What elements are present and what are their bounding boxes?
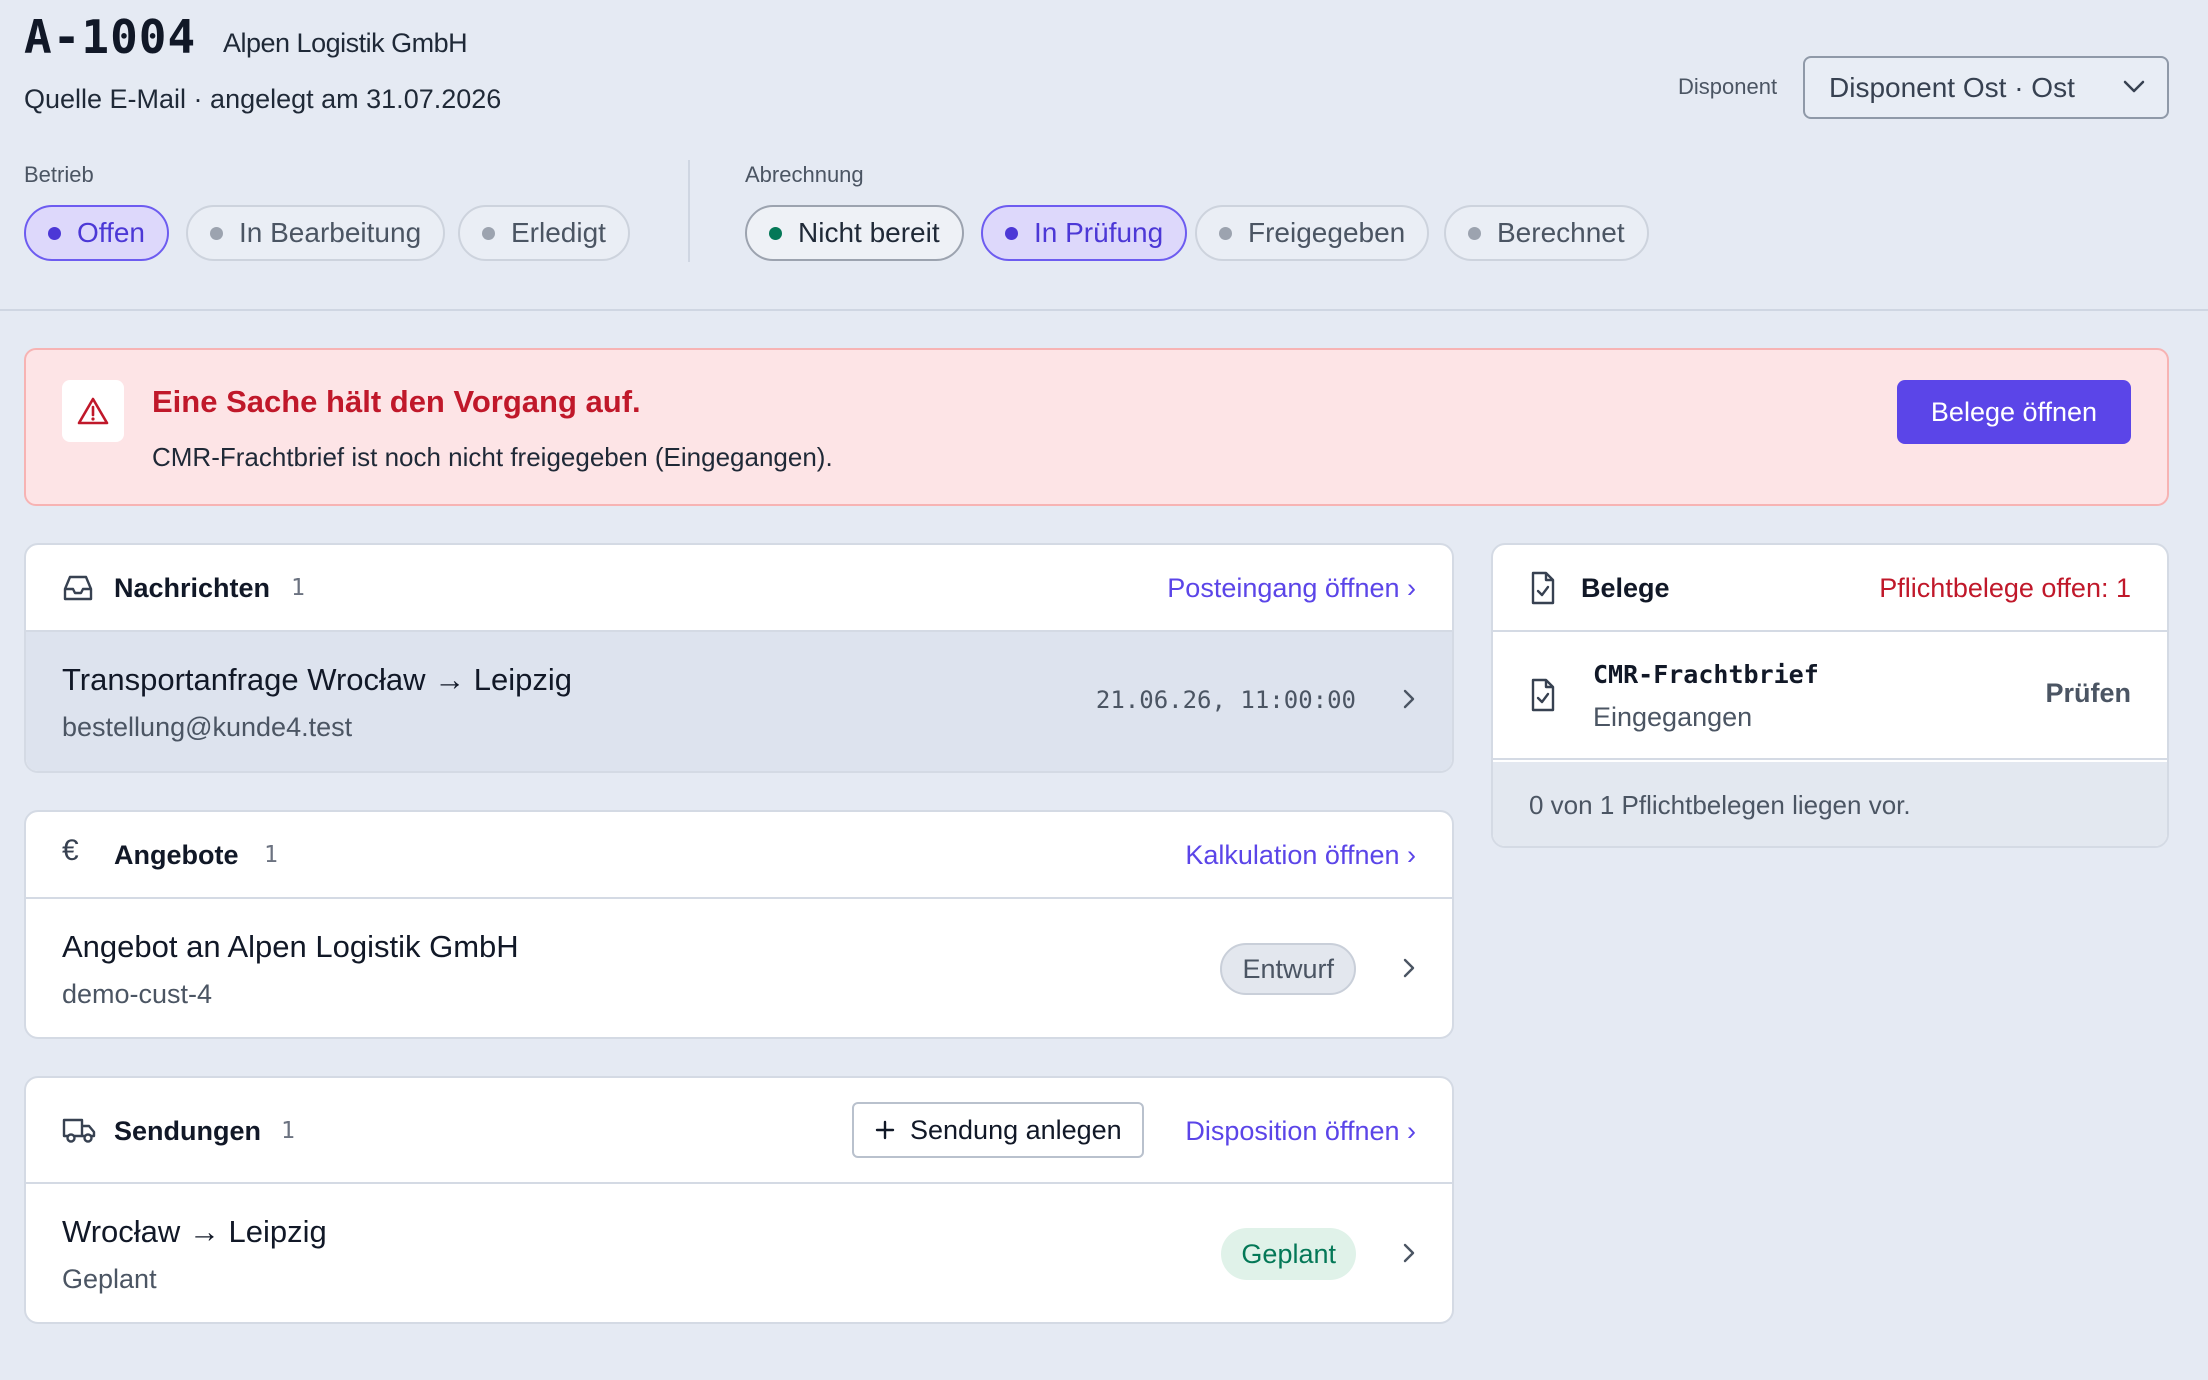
messages-title: Nachrichten xyxy=(114,573,271,603)
offer-customer-id: demo-cust-4 xyxy=(62,979,213,1009)
chevron-down-icon xyxy=(2123,80,2145,93)
betrieb-label: Betrieb xyxy=(24,162,94,187)
blocking-alert: Eine Sache hält den Vorgang auf. CMR-Fra… xyxy=(24,348,2169,506)
shipment-status-text: Geplant xyxy=(62,1264,157,1294)
offers-card-header: € Angebote 1 Kalkulation öffnen › xyxy=(26,812,1452,899)
inbox-icon xyxy=(63,575,93,601)
truck-icon xyxy=(62,1118,96,1143)
plus-icon xyxy=(875,1120,895,1140)
offers-title: Angebote xyxy=(114,840,239,870)
status-dot xyxy=(769,226,782,240)
shipment-status-badge: Geplant xyxy=(1221,1228,1356,1280)
message-sender: bestellung@kunde4.test xyxy=(62,712,353,742)
customer-name: Alpen Logistik GmbH xyxy=(223,28,468,58)
document-check-icon xyxy=(1531,571,1555,605)
status-chip-in-bearbeitung[interactable]: In Bearbeitung xyxy=(186,205,446,261)
open-inbox-link[interactable]: Posteingang öffnen › xyxy=(1167,573,1416,604)
open-calculation-link[interactable]: Kalkulation öffnen › xyxy=(1185,840,1416,871)
shipment-item[interactable]: Wrocław → Leipzig Geplant Geplant xyxy=(26,1184,1452,1322)
review-document-button[interactable]: Prüfen xyxy=(2045,678,2131,709)
offer-title: Angebot an Alpen Logistik GmbH xyxy=(62,929,519,964)
chevron-right-icon xyxy=(1403,1243,1415,1263)
status-chip-erledigt[interactable]: Erledigt xyxy=(458,205,630,261)
message-item[interactable]: Transportanfrage Wrocław → Leipzig beste… xyxy=(26,632,1452,771)
messages-card: Nachrichten 1 Posteingang öffnen › Trans… xyxy=(24,543,1454,773)
shipment-route: Wrocław → Leipzig xyxy=(62,1214,327,1249)
status-chip-offen[interactable]: Offen xyxy=(24,205,169,261)
status-dot xyxy=(210,226,223,240)
disponent-select-value: Disponent Ost · Ost xyxy=(1829,72,2075,103)
documents-card-header: Belege Pflichtbelege offen: 1 xyxy=(1493,545,2167,632)
status-dot xyxy=(482,226,495,240)
order-source-line: Quelle E-Mail · angelegt am 31.07.2026 xyxy=(24,84,502,114)
billing-chip-freigegeben[interactable]: Freigegeben xyxy=(1195,205,1430,261)
disponent-label: Disponent xyxy=(1678,74,1778,99)
alert-title: Eine Sache hält den Vorgang auf. xyxy=(152,384,641,419)
shipments-count: 1 xyxy=(281,1118,295,1144)
order-id: A-1004 xyxy=(24,10,197,64)
shipments-card: Sendungen 1 Sendung anlegen Disposition … xyxy=(24,1076,1454,1324)
shipments-card-header: Sendungen 1 Sendung anlegen Disposition … xyxy=(26,1078,1452,1184)
status-divider xyxy=(688,160,690,262)
order-header: A-1004 Alpen Logistik GmbH Quelle E-Mail… xyxy=(0,0,2208,311)
document-status: Eingegangen xyxy=(1593,702,1753,732)
alert-text: CMR-Frachtbrief ist noch nicht freigegeb… xyxy=(152,442,833,472)
messages-card-header: Nachrichten 1 Posteingang öffnen › xyxy=(26,545,1452,632)
status-dot xyxy=(1005,226,1018,240)
offer-status-badge: Entwurf xyxy=(1220,943,1356,995)
document-item[interactable]: CMR-Frachtbrief Eingegangen Prüfen xyxy=(1493,632,2167,760)
chevron-right-icon xyxy=(1403,958,1415,978)
documents-title: Belege xyxy=(1581,573,1670,603)
message-time: 21.06.26, 11:00:00 xyxy=(1095,686,1356,714)
status-dot xyxy=(1468,226,1481,240)
warning-icon xyxy=(62,380,124,442)
documents-card: Belege Pflichtbelege offen: 1 CMR-Fracht… xyxy=(1491,543,2169,848)
documents-footer: 0 von 1 Pflichtbelegen liegen vor. xyxy=(1493,762,2167,846)
status-dot xyxy=(48,226,61,240)
document-check-icon xyxy=(1531,678,1555,712)
shipments-title: Sendungen xyxy=(114,1116,261,1146)
document-name: CMR-Frachtbrief xyxy=(1593,660,1819,689)
billing-chip-berechnet[interactable]: Berechnet xyxy=(1444,205,1649,261)
required-documents-open: Pflichtbelege offen: 1 xyxy=(1879,573,2131,603)
abrechnung-label: Abrechnung xyxy=(745,162,864,187)
chevron-right-icon xyxy=(1403,689,1415,709)
message-subject: Transportanfrage Wrocław → Leipzig xyxy=(62,662,573,697)
billing-chip-in-pruefung[interactable]: In Prüfung xyxy=(981,205,1188,261)
add-shipment-button[interactable]: Sendung anlegen xyxy=(852,1102,1144,1158)
documents-summary: 0 von 1 Pflichtbelegen liegen vor. xyxy=(1529,790,1911,820)
status-dot xyxy=(1219,226,1232,240)
offers-card: € Angebote 1 Kalkulation öffnen › Angebo… xyxy=(24,810,1454,1039)
offer-item[interactable]: Angebot an Alpen Logistik GmbH demo-cust… xyxy=(26,899,1452,1037)
open-documents-button[interactable]: Belege öffnen xyxy=(1897,380,2131,444)
messages-count: 1 xyxy=(291,575,305,601)
offers-count: 1 xyxy=(264,842,278,868)
disponent-select[interactable]: Disponent Ost · Ost xyxy=(1803,56,2169,119)
euro-icon: € xyxy=(62,834,79,867)
billing-chip-nicht-bereit[interactable]: Nicht bereit xyxy=(745,205,964,261)
open-disposition-link[interactable]: Disposition öffnen › xyxy=(1185,1116,1416,1147)
